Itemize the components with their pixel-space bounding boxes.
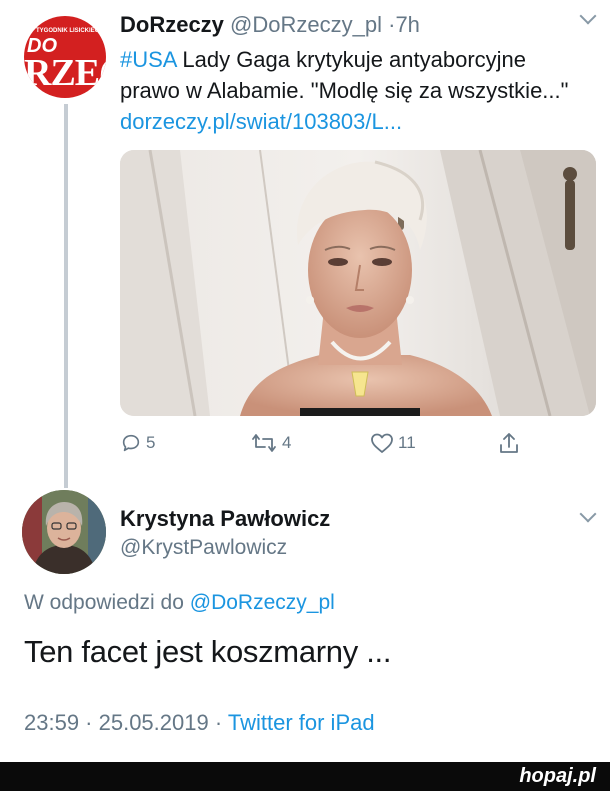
thread-connector-line [64, 104, 68, 488]
reply-source-link[interactable]: Twitter for iPad [228, 710, 375, 735]
reply-count: 5 [146, 433, 156, 452]
site-watermark: hopaj.pl [519, 765, 596, 788]
share-icon [500, 433, 518, 453]
tweet-time[interactable]: 7h [395, 12, 419, 37]
avatar-dorzeczy[interactable]: TYGODNIK LISICKIEGO DO RZE( [24, 16, 106, 98]
heart-icon [371, 433, 393, 453]
tweet-author-handle[interactable]: @DoRzeczy_pl [230, 12, 382, 37]
tweet-header: DoRzeczy @DoRzeczy_pl ·7h [120, 12, 420, 38]
tweet-author-name[interactable]: DoRzeczy [120, 12, 224, 37]
share-action[interactable] [498, 428, 520, 458]
retweet-count: 4 [282, 433, 292, 452]
reply-meta: 23:59 · 25.05.2019 · Twitter for iPad [24, 710, 375, 736]
avatar-logo-line2: RZE( [24, 52, 106, 94]
tweet-actions-bar: 5 4 11 [120, 428, 530, 458]
replying-to: W odpowiedzi do @DoRzeczy_pl [24, 591, 335, 615]
replying-to-label: W odpowiedzi do [24, 591, 190, 614]
bottom-banner: hopaj.pl [0, 762, 610, 791]
tweet-text: #USA Lady Gaga krytykuje antyaborcyjne p… [120, 44, 590, 137]
reply-menu-chevron-icon[interactable] [579, 505, 597, 523]
reply-author-name[interactable]: Krystyna Pawłowicz [120, 506, 330, 532]
watermark-text: hopaj [519, 765, 573, 787]
reply-action[interactable]: 5 [120, 428, 155, 458]
tweet-menu-chevron-icon[interactable] [579, 7, 597, 25]
retweet-action[interactable]: 4 [250, 428, 291, 458]
media-photo-illustration [120, 150, 596, 416]
hashtag-link[interactable]: #USA [120, 47, 176, 72]
tweet-media-photo[interactable] [120, 150, 596, 416]
watermark-suffix: .pl [572, 765, 596, 787]
avatar-krystyna[interactable] [22, 490, 106, 574]
reply-text: Ten facet jest koszmarny ... [24, 634, 392, 669]
avatar-photo [22, 490, 106, 574]
article-link[interactable]: dorzeczy.pl/swiat/103803/L... [120, 109, 402, 134]
tweet-body-text: Lady Gaga krytykuje antyaborcyjne prawo … [120, 47, 569, 103]
retweet-icon [252, 434, 276, 452]
replying-to-handle-link[interactable]: @DoRzeczy_pl [190, 591, 335, 614]
reply-author-handle[interactable]: @KrystPawlowicz [120, 536, 287, 560]
like-count: 11 [398, 433, 416, 452]
reply-timestamp[interactable]: 23:59 · 25.05.2019 · [24, 710, 228, 735]
like-action[interactable]: 11 [370, 428, 416, 458]
reply-icon [122, 434, 140, 452]
avatar-small-text: TYGODNIK LISICKIEGO [36, 28, 105, 34]
